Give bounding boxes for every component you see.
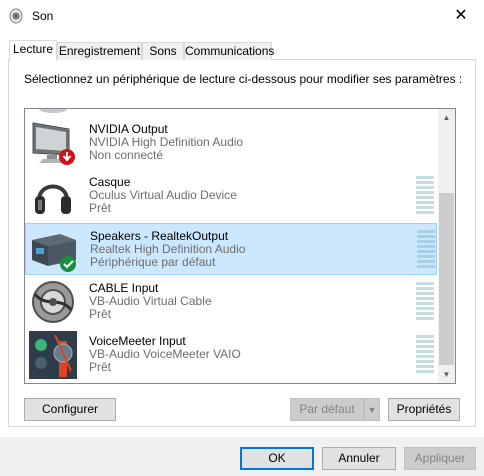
instruction-text: Sélectionnez un périphérique de lecture … (24, 72, 463, 86)
device-name: NVIDIA Output (89, 122, 168, 136)
scrollbar-thumb[interactable] (439, 193, 454, 365)
title-bar: Son ✕ (0, 0, 484, 32)
device-status: Prêt (89, 307, 112, 321)
headphones-icon (35, 184, 71, 214)
monitor-icon (32, 122, 75, 165)
device-status: Prêt (89, 201, 112, 215)
scroll-down-arrow-icon[interactable]: ▼ (438, 366, 455, 383)
device-status: Non connecté (89, 148, 164, 162)
tab-sons[interactable]: Sons (142, 42, 184, 60)
device-name: VoiceMeeter Input (89, 334, 186, 348)
device-driver: NVIDIA High Definition Audio (89, 135, 244, 149)
device-driver: Oculus Virtual Audio Device (89, 188, 237, 202)
device-driver: Realtek High Definition Audio (90, 242, 246, 256)
device-status: Périphérique par défaut (90, 255, 216, 269)
device-list[interactable]: NVIDIA Output NVIDIA High Definition Aud… (24, 108, 456, 384)
device-item-casque[interactable]: Casque Oculus Virtual Audio Device Prêt (25, 170, 437, 222)
tab-lecture[interactable]: Lecture (9, 40, 57, 61)
device-status: Prêt (89, 360, 112, 374)
properties-button[interactable]: Propriétés (388, 398, 460, 421)
disconnected-arrow-icon (59, 149, 75, 165)
voicemeeter-icon (29, 331, 77, 379)
device-name: Speakers - RealtekOutput (90, 229, 229, 243)
device-name: CABLE Input (89, 281, 159, 295)
device-item-nvidia-output[interactable]: NVIDIA Output NVIDIA High Definition Aud… (25, 117, 437, 169)
speaker-app-icon (9, 8, 23, 24)
vertical-scrollbar[interactable]: ▲ ▼ (438, 109, 455, 383)
close-button[interactable]: ✕ (438, 0, 484, 32)
close-icon: ✕ (454, 7, 468, 24)
speaker-icon (39, 109, 67, 113)
set-default-button[interactable]: Par défaut (290, 398, 364, 421)
tab-communications[interactable]: Communications (184, 42, 274, 60)
scroll-up-arrow-icon[interactable]: ▲ (438, 109, 455, 126)
volume-meter (416, 176, 434, 214)
device-driver: VB-Audio VoiceMeeter VAIO (89, 347, 241, 361)
speaker-box-icon (32, 234, 76, 272)
list-item[interactable] (25, 109, 437, 115)
volume-meter (416, 282, 434, 320)
window-title: Son (32, 9, 54, 23)
cancel-button[interactable]: Annuler (322, 447, 396, 470)
set-default-dropdown[interactable]: ▼ (364, 398, 380, 421)
device-item-speakers-realtek[interactable]: Speakers - RealtekOutput Realtek High De… (25, 223, 437, 275)
apply-button[interactable]: Appliquer (404, 447, 476, 470)
volume-meter (417, 230, 435, 268)
cable-icon (32, 281, 74, 323)
ok-button[interactable]: OK (240, 447, 314, 470)
device-item-voicemeeter-input[interactable]: VoiceMeeter Input VB-Audio VoiceMeeter V… (25, 329, 437, 381)
volume-meter (416, 335, 434, 373)
chevron-down-icon: ▼ (367, 405, 377, 415)
device-name: Casque (89, 175, 131, 189)
device-item-cable-input[interactable]: CABLE Input VB-Audio Virtual Cable Prêt (25, 276, 437, 328)
configure-button[interactable]: Configurer (24, 398, 116, 421)
default-check-icon (60, 256, 76, 272)
tab-enregistrement[interactable]: Enregistrement (57, 42, 142, 60)
device-driver: VB-Audio Virtual Cable (89, 294, 212, 308)
